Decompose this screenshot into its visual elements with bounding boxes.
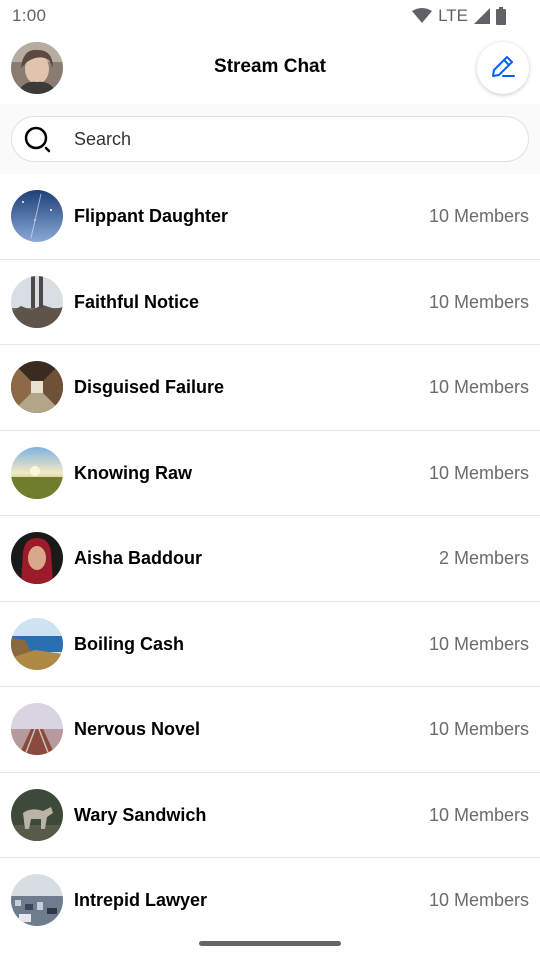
- pencil-icon: [490, 53, 516, 84]
- app-header: Stream Chat: [0, 36, 540, 102]
- wifi-icon: [412, 8, 433, 24]
- channel-row-faithful-notice[interactable]: Faithful Notice 10 Members: [0, 260, 540, 345]
- channel-row-aisha-baddour[interactable]: Aisha Baddour 2 Members: [0, 516, 540, 602]
- member-count: 10 Members: [428, 719, 529, 739]
- wolf-avatar: [11, 788, 63, 841]
- signal-icon: [474, 8, 490, 24]
- coast-avatar: [11, 617, 63, 670]
- channel-row-nervous-novel[interactable]: Nervous Novel 10 Members: [0, 687, 540, 773]
- member-count: 10 Members: [428, 462, 529, 483]
- woman-portrait-avatar: [11, 532, 63, 584]
- network-type: LTE: [438, 6, 468, 25]
- search-input[interactable]: [74, 129, 494, 150]
- channel-row-intrepid-lawyer[interactable]: Intrepid Lawyer 10 Members: [0, 858, 540, 944]
- night-sky-avatar: [11, 190, 63, 242]
- channel-name: Faithful Notice: [74, 291, 199, 312]
- member-count: 10 Members: [428, 633, 529, 654]
- search-area: [0, 104, 540, 174]
- new-chat-button[interactable]: [477, 42, 529, 94]
- channel-row-wary-sandwich[interactable]: Wary Sandwich 10 Members: [0, 773, 540, 858]
- page-title: Stream Chat: [214, 56, 326, 77]
- legs-on-rocks-avatar: [11, 275, 63, 328]
- channel-row-knowing-raw[interactable]: Knowing Raw 10 Members: [0, 431, 540, 516]
- search-icon: [24, 126, 52, 159]
- channel-row-flippant-daughter[interactable]: Flippant Daughter 10 Members: [0, 174, 540, 260]
- member-count: 10 Members: [428, 890, 529, 910]
- member-count: 10 Members: [428, 206, 529, 226]
- member-count: 10 Members: [428, 804, 529, 825]
- home-indicator[interactable]: [199, 941, 341, 946]
- status-bar: 1:00 LTE: [0, 0, 540, 32]
- railway-avatar: [11, 703, 63, 755]
- corridor-avatar: [11, 361, 63, 413]
- channel-row-disguised-failure[interactable]: Disguised Failure 10 Members: [0, 345, 540, 431]
- sunset-field-avatar: [11, 446, 63, 499]
- channel-name: Intrepid Lawyer: [74, 890, 208, 910]
- status-icons: LTE: [412, 6, 506, 26]
- member-count: 10 Members: [428, 377, 529, 397]
- channel-list: Flippant Daughter 10 Members Faithful No…: [0, 174, 540, 944]
- channel-name: Disguised Failure: [74, 377, 225, 397]
- channel-list-screen: 1:00 LTE Stream Chat Search Flippant Dau…: [0, 0, 540, 960]
- battery-icon: [496, 7, 506, 25]
- member-count: 10 Members: [428, 291, 529, 312]
- channel-name: Aisha Baddour: [74, 548, 203, 568]
- city-avatar: [11, 874, 63, 926]
- channel-name: Wary Sandwich: [74, 804, 207, 825]
- status-time: 1:00: [12, 6, 47, 25]
- channel-row-boiling-cash[interactable]: Boiling Cash 10 Members: [0, 602, 540, 687]
- channel-name: Nervous Novel: [74, 719, 201, 739]
- channel-name: Boiling Cash: [74, 633, 185, 654]
- search-box[interactable]: [11, 116, 529, 162]
- member-count: 2 Members: [438, 548, 529, 568]
- channel-name: Knowing Raw: [74, 462, 192, 483]
- channel-name: Flippant Daughter: [74, 206, 228, 226]
